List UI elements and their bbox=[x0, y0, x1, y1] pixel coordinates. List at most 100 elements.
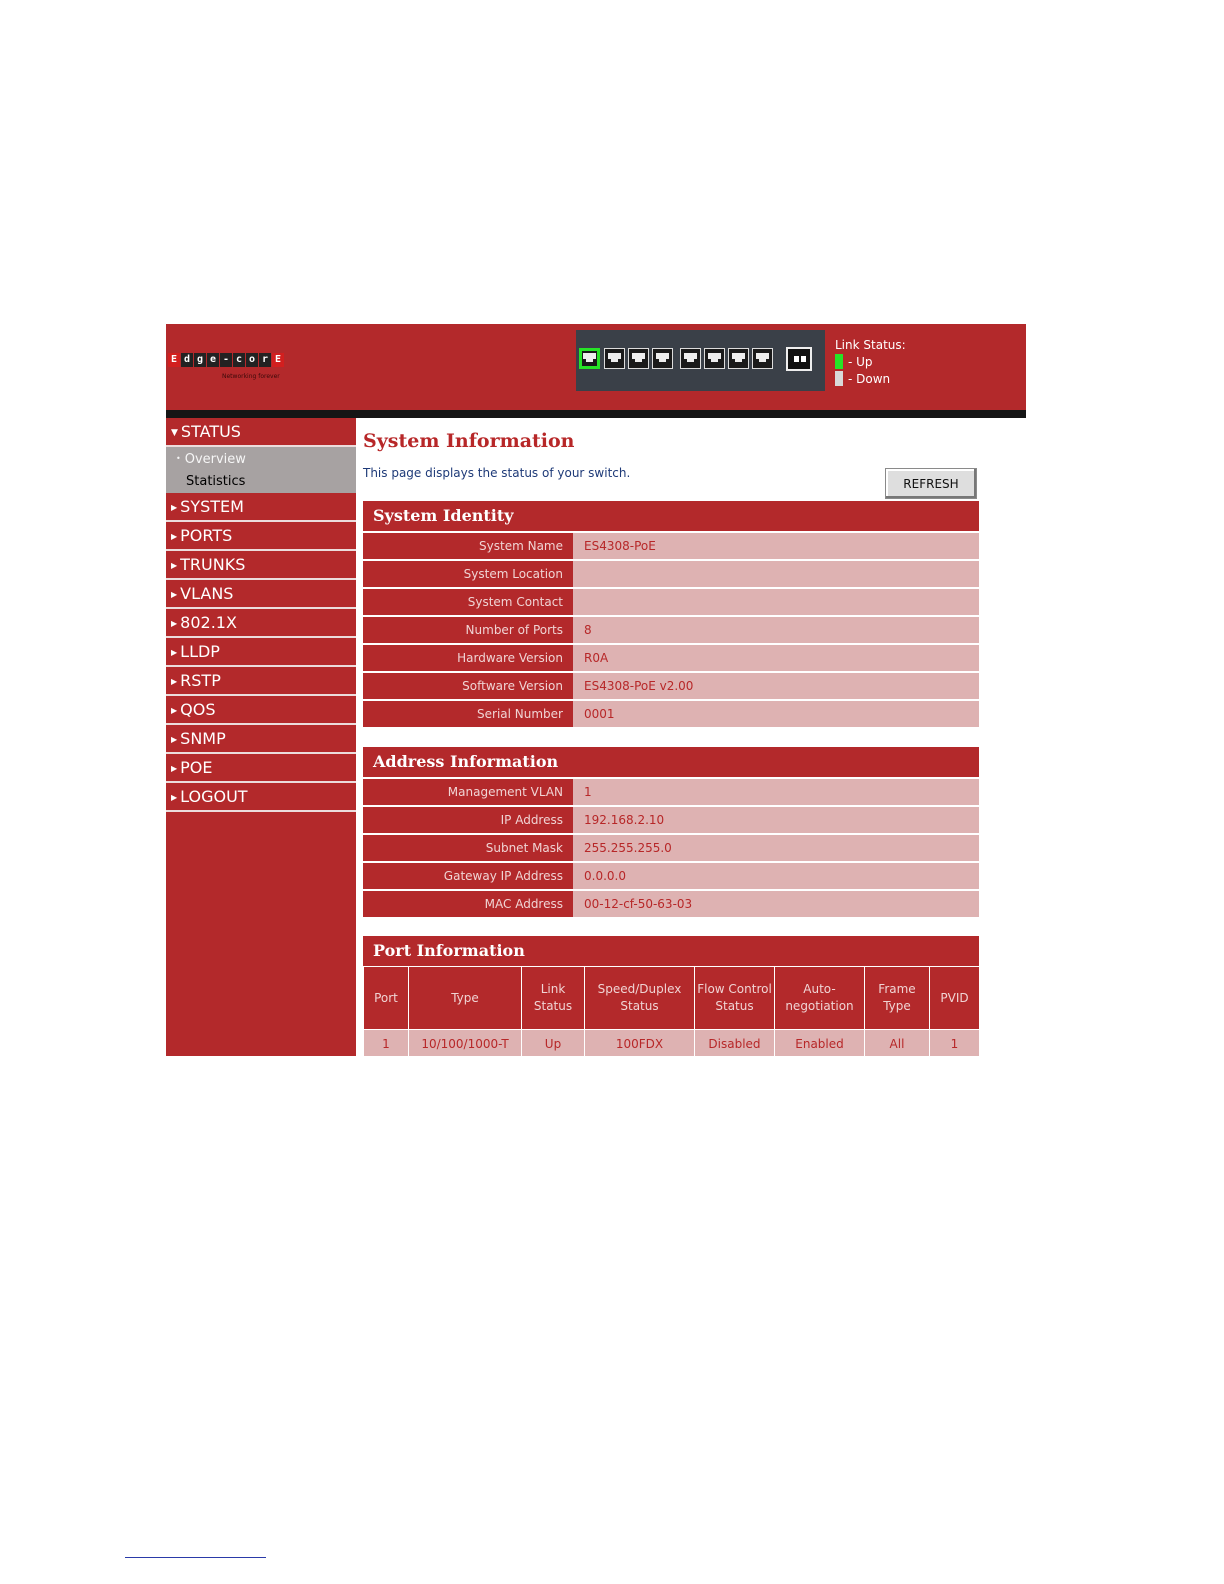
column-header: Flow Control Status bbox=[694, 966, 775, 1030]
info-row: Gateway IP Address 0.0.0.0 bbox=[363, 861, 979, 889]
logo-letter: c bbox=[233, 353, 245, 367]
info-label: IP Address bbox=[363, 807, 573, 833]
port-4-icon[interactable] bbox=[652, 348, 673, 369]
info-label: System Contact bbox=[363, 589, 573, 615]
port-7-icon[interactable] bbox=[728, 348, 749, 369]
logo-letter: o bbox=[246, 353, 258, 367]
port-2-icon[interactable] bbox=[604, 348, 625, 369]
column-header: PVID bbox=[929, 966, 980, 1030]
down-swatch-icon bbox=[835, 371, 843, 386]
sidebar-item-label: SYSTEM bbox=[180, 497, 244, 516]
info-value: 255.255.255.0 bbox=[573, 835, 979, 861]
sidebar-item-snmp[interactable]: ▶ SNMP bbox=[166, 725, 356, 754]
info-row: IP Address 192.168.2.10 bbox=[363, 805, 979, 833]
info-value: 0001 bbox=[573, 701, 979, 727]
link-status-legend: Link Status: - Up - Down bbox=[835, 336, 906, 387]
sidebar-item-label: SNMP bbox=[180, 729, 226, 748]
info-row: System Contact bbox=[363, 587, 979, 615]
up-swatch-icon bbox=[835, 354, 843, 369]
info-label: Subnet Mask bbox=[363, 835, 573, 861]
triangle-right-icon: ▶ bbox=[171, 532, 178, 541]
sidebar-item-lldp[interactable]: ▶ LLDP bbox=[166, 638, 356, 667]
info-label: Number of Ports bbox=[363, 617, 573, 643]
sidebar-item-logout[interactable]: ▶ LOGOUT bbox=[166, 783, 356, 812]
legend-up-label: - Up bbox=[848, 354, 873, 369]
triangle-right-icon: ▶ bbox=[171, 561, 178, 570]
port-notch bbox=[611, 359, 618, 362]
info-row: Number of Ports 8 bbox=[363, 615, 979, 643]
port-notch bbox=[687, 359, 694, 362]
info-label: Gateway IP Address bbox=[363, 863, 573, 889]
info-row: System Location bbox=[363, 559, 979, 587]
switch-web-ui-screenshot: Edge-corE Networking forever Link Status… bbox=[166, 324, 1026, 1056]
sidebar-nav: ▼ STATUS • Overview Statistics ▶ SYSTEM ▶ POR… bbox=[166, 418, 356, 1056]
triangle-right-icon: ▶ bbox=[171, 793, 178, 802]
table-cell: 100FDX bbox=[584, 1029, 695, 1056]
footer-link-underline bbox=[125, 1557, 266, 1558]
triangle-right-icon: ▶ bbox=[171, 503, 178, 512]
port-table: Port Type Link Status Speed/Duplex Status Fl… bbox=[363, 966, 980, 1056]
column-header: Link Status bbox=[521, 966, 585, 1030]
refresh-button[interactable]: REFRESH bbox=[885, 468, 977, 499]
info-row: System Name ES4308-PoE bbox=[363, 531, 979, 559]
sidebar-subitem-label: Overview bbox=[184, 452, 246, 467]
sfp-port-icon[interactable] bbox=[786, 347, 812, 371]
port-notch bbox=[759, 359, 766, 362]
page-description: This page displays the status of your sw… bbox=[363, 466, 631, 480]
info-label: Software Version bbox=[363, 673, 573, 699]
sidebar-item-label: VLANS bbox=[180, 584, 234, 603]
column-header: Type bbox=[408, 966, 522, 1030]
sidebar-item-system[interactable]: ▶ SYSTEM bbox=[166, 493, 356, 522]
sidebar-item-label: STATUS bbox=[180, 422, 241, 441]
sfp-slot bbox=[794, 356, 799, 362]
sidebar-item-trunks[interactable]: ▶ TRUNKS bbox=[166, 551, 356, 580]
sidebar-subitem-overview[interactable]: • Overview bbox=[166, 447, 356, 470]
port-5-icon[interactable] bbox=[680, 348, 701, 369]
address-information-section: Address Information Management VLAN 1 IP A… bbox=[363, 747, 979, 917]
system-identity-section: System Identity System Name ES4308-PoE Sys… bbox=[363, 501, 979, 727]
column-header: Auto-negotiation bbox=[774, 966, 865, 1030]
info-label: Management VLAN bbox=[363, 779, 573, 805]
table-row: 1 10/100/1000-T Up 100FDX Disabled Enabled All… bbox=[363, 1029, 980, 1056]
sidebar-subitem-statistics[interactable]: Statistics bbox=[166, 470, 356, 493]
info-value bbox=[573, 561, 979, 587]
triangle-right-icon: ▶ bbox=[171, 590, 178, 599]
triangle-right-icon: ▶ bbox=[171, 677, 178, 686]
info-value: ES4308-PoE bbox=[573, 533, 979, 559]
triangle-down-icon: ▼ bbox=[171, 428, 178, 438]
sidebar-item-label: QOS bbox=[180, 700, 216, 719]
sidebar-item-label: POE bbox=[180, 758, 213, 777]
logo-letter: r bbox=[259, 353, 271, 367]
logo-letter: E bbox=[272, 353, 284, 367]
edgecore-logo: Edge-corE bbox=[168, 353, 285, 367]
sidebar-item-status[interactable]: ▼ STATUS bbox=[166, 418, 356, 447]
sidebar-item-8021x[interactable]: ▶ 802.1X bbox=[166, 609, 356, 638]
table-cell: 10/100/1000-T bbox=[408, 1029, 522, 1056]
port-notch bbox=[735, 359, 742, 362]
legend-down-label: - Down bbox=[848, 371, 891, 386]
sidebar-subitem-label: Statistics bbox=[186, 474, 246, 489]
info-row: Software Version ES4308-PoE v2.00 bbox=[363, 671, 979, 699]
sidebar-item-poe[interactable]: ▶ POE bbox=[166, 754, 356, 783]
port-1-icon[interactable] bbox=[579, 348, 600, 369]
port-3-icon[interactable] bbox=[628, 348, 649, 369]
logo-letter: g bbox=[194, 353, 206, 367]
table-cell: Up bbox=[521, 1029, 585, 1056]
logo-letter: - bbox=[220, 353, 232, 367]
sidebar-item-vlans[interactable]: ▶ VLANS bbox=[166, 580, 356, 609]
page-title: System Information bbox=[363, 430, 575, 452]
section-title: Port Information bbox=[363, 936, 979, 966]
sidebar-item-qos[interactable]: ▶ QOS bbox=[166, 696, 356, 725]
header: Edge-corE Networking forever Link Status… bbox=[166, 324, 1026, 410]
legend-up: - Up bbox=[835, 353, 906, 370]
sidebar-item-label: RSTP bbox=[180, 671, 221, 690]
sidebar-item-rstp[interactable]: ▶ RSTP bbox=[166, 667, 356, 696]
sfp-slot bbox=[801, 356, 806, 362]
port-8-icon[interactable] bbox=[752, 348, 773, 369]
info-value: 192.168.2.10 bbox=[573, 807, 979, 833]
sidebar-item-ports[interactable]: ▶ PORTS bbox=[166, 522, 356, 551]
info-label: System Name bbox=[363, 533, 573, 559]
table-cell: Enabled bbox=[774, 1029, 865, 1056]
port-6-icon[interactable] bbox=[704, 348, 725, 369]
triangle-right-icon: ▶ bbox=[171, 706, 178, 715]
